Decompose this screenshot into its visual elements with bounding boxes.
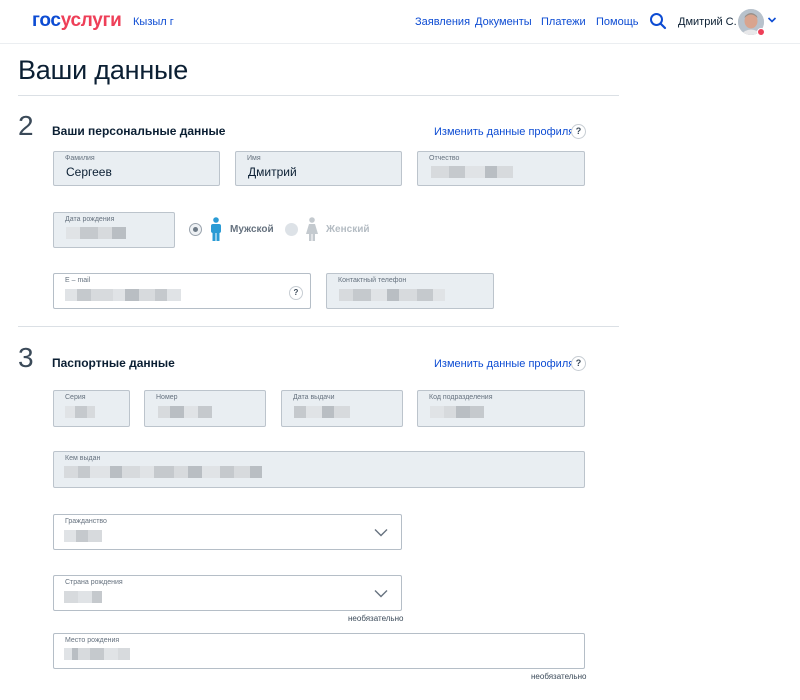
section-title-passport: Паспортные данные xyxy=(52,356,175,370)
passport-number-field[interactable]: Номер xyxy=(144,390,266,427)
birth-date-label: Дата рождения xyxy=(65,216,115,223)
birth-country-label: Страна рождения xyxy=(65,579,123,586)
passport-number-label: Номер xyxy=(156,394,178,401)
nav-payments[interactable]: Платежи xyxy=(541,16,586,28)
section-number: 3 xyxy=(18,342,34,373)
email-label: E – mail xyxy=(65,277,91,284)
birth-country-select[interactable]: Страна рождения xyxy=(53,575,402,611)
city-selector[interactable]: Кызыл г xyxy=(133,16,174,28)
chevron-down-icon xyxy=(374,529,388,537)
gender-female-label[interactable]: Женский xyxy=(326,224,370,235)
notification-dot xyxy=(757,28,765,36)
first-name-label: Имя xyxy=(247,155,261,162)
passport-series-label: Серия xyxy=(65,394,86,401)
birth-place-optional-note: необязательно xyxy=(531,672,587,681)
female-icon xyxy=(306,217,318,241)
last-name-value: Сергеев xyxy=(66,165,112,179)
passport-number-value-redacted xyxy=(158,406,212,418)
issue-date-label: Дата выдачи xyxy=(293,394,335,401)
first-name-value: Дмитрий xyxy=(248,165,297,179)
birth-place-value-redacted xyxy=(64,648,130,660)
logo-uslugi-text: услуги xyxy=(60,10,122,31)
email-field[interactable]: E – mail ? xyxy=(53,273,311,309)
division-code-field[interactable]: Код подразделения xyxy=(417,390,585,427)
citizenship-select[interactable]: Гражданство xyxy=(53,514,402,550)
birth-country-optional-note: необязательно xyxy=(348,614,404,623)
top-header: госуслуги Кызыл г Заявления Документы Пл… xyxy=(0,0,800,44)
gender-male-label[interactable]: Мужской xyxy=(230,224,274,235)
male-icon xyxy=(211,217,221,241)
user-name[interactable]: Дмитрий С. xyxy=(678,16,737,28)
birth-place-label: Место рождения xyxy=(65,637,120,644)
chevron-down-icon xyxy=(374,590,388,598)
passport-series-value-redacted xyxy=(65,406,95,418)
edit-profile-link[interactable]: Изменить данные профиля xyxy=(434,358,574,370)
last-name-field[interactable]: Фамилия Сергеев xyxy=(53,151,220,186)
email-help-icon[interactable]: ? xyxy=(289,286,303,300)
nav-help[interactable]: Помощь xyxy=(596,16,639,28)
section-number: 2 xyxy=(18,110,34,141)
gosuslugi-logo[interactable]: госуслуги xyxy=(32,10,122,32)
patronymic-field[interactable]: Отчество xyxy=(417,151,585,186)
issued-by-value-redacted xyxy=(64,466,262,478)
section-divider xyxy=(18,326,619,327)
birth-place-field[interactable]: Место рождения xyxy=(53,633,585,669)
help-icon[interactable]: ? xyxy=(571,356,586,371)
issued-by-field[interactable]: Кем выдан xyxy=(53,451,585,488)
page-title: Ваши данные xyxy=(18,55,189,85)
passport-series-field[interactable]: Серия xyxy=(53,390,130,427)
citizenship-value-redacted xyxy=(64,530,102,542)
phone-value-redacted xyxy=(339,289,445,301)
nav-documents[interactable]: Документы xyxy=(475,16,532,28)
phone-label: Контактный телефон xyxy=(338,277,407,284)
phone-field[interactable]: Контактный телефон xyxy=(326,273,494,309)
help-icon[interactable]: ? xyxy=(571,124,586,139)
patronymic-label: Отчество xyxy=(429,155,460,162)
nav-applications[interactable]: Заявления xyxy=(415,16,470,28)
issue-date-field[interactable]: Дата выдачи xyxy=(281,390,403,427)
email-value-redacted xyxy=(65,289,181,301)
gender-female-radio[interactable] xyxy=(285,223,298,236)
gender-male-radio[interactable] xyxy=(189,223,202,236)
logo-gos-text: гос xyxy=(32,10,61,31)
issue-date-value-redacted xyxy=(294,406,350,418)
edit-profile-link[interactable]: Изменить данные профиля xyxy=(434,126,574,138)
division-code-label: Код подразделения xyxy=(429,394,493,401)
chevron-down-icon[interactable] xyxy=(767,16,777,24)
division-code-value-redacted xyxy=(430,406,484,418)
title-divider xyxy=(18,95,619,96)
issued-by-label: Кем выдан xyxy=(65,455,101,462)
patronymic-value-redacted xyxy=(431,166,513,178)
citizenship-label: Гражданство xyxy=(65,518,107,525)
birth-country-value-redacted xyxy=(64,591,102,603)
search-icon[interactable] xyxy=(649,12,667,30)
first-name-field[interactable]: Имя Дмитрий xyxy=(235,151,402,186)
last-name-label: Фамилия xyxy=(65,155,95,162)
birth-date-value-redacted xyxy=(66,227,126,239)
birth-date-field[interactable]: Дата рождения xyxy=(53,212,175,248)
section-title-personal: Ваши персональные данные xyxy=(52,124,226,138)
